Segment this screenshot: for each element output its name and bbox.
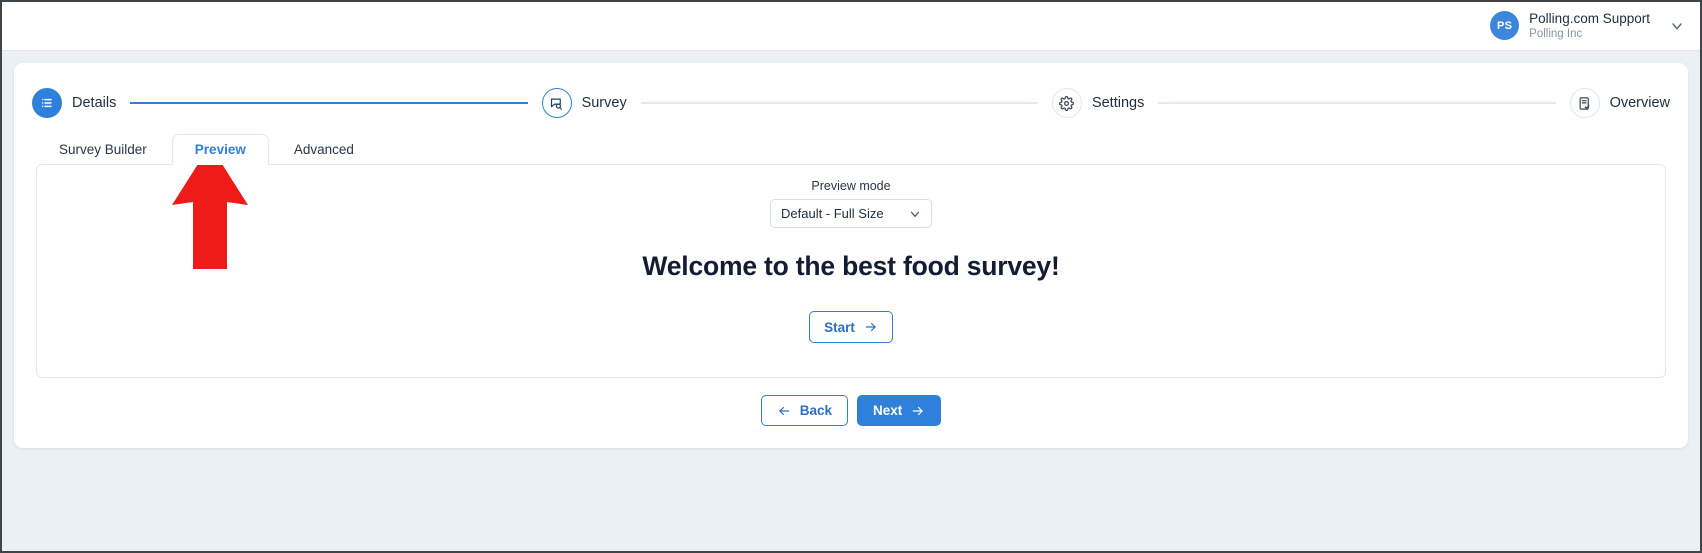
- clipboard-check-icon: [1569, 88, 1600, 118]
- next-button-label: Next: [873, 403, 903, 418]
- step-details[interactable]: Details: [32, 88, 116, 118]
- tab-advanced[interactable]: Advanced: [271, 134, 377, 166]
- page-body: Details Survey Settings Overview Survey …: [2, 50, 1700, 551]
- avatar: PS: [1490, 11, 1520, 41]
- user-organization: Polling Inc: [1529, 27, 1583, 40]
- step-label-details: Details: [72, 95, 117, 111]
- back-button-label: Back: [799, 403, 832, 418]
- step-label-settings: Settings: [1091, 95, 1145, 111]
- wizard-stepper: Details Survey Settings Overview: [14, 77, 1688, 129]
- back-button[interactable]: Back: [760, 395, 848, 426]
- chevron-down-icon: [908, 207, 922, 221]
- wizard-footer-nav: Back Next: [14, 395, 1688, 426]
- preview-mode-group: Preview mode Default - Full Size: [37, 179, 1665, 228]
- survey-welcome-heading: Welcome to the best food survey!: [642, 251, 1060, 281]
- arrow-left-icon: [777, 404, 791, 418]
- step-label-overview: Overview: [1609, 95, 1671, 111]
- wizard-card: Details Survey Settings Overview Survey …: [14, 63, 1688, 448]
- tab-bar: Survey Builder Preview Advanced: [36, 131, 377, 165]
- stepper-connector-2: [640, 102, 1038, 104]
- app-screen: PS Polling.com Support Polling Inc Detai…: [0, 0, 1702, 553]
- user-name: Polling.com Support: [1529, 10, 1650, 26]
- start-button-wrap: Start: [37, 311, 1665, 343]
- stepper-connector-1: [130, 102, 528, 104]
- preview-mode-label: Preview mode: [811, 179, 891, 193]
- step-overview[interactable]: Overview: [1569, 88, 1671, 118]
- start-button[interactable]: Start: [809, 311, 893, 343]
- arrow-right-icon: [911, 404, 925, 418]
- chevron-down-icon[interactable]: [1668, 17, 1686, 35]
- gear-icon: [1051, 88, 1082, 118]
- step-settings[interactable]: Settings: [1051, 88, 1145, 118]
- preview-panel: Preview mode Default - Full Size Welcome…: [36, 164, 1666, 378]
- user-identity: Polling.com Support Polling Inc: [1529, 11, 1650, 42]
- start-button-label: Start: [824, 319, 855, 335]
- survey-search-icon: [541, 88, 572, 118]
- stepper-connector-3: [1158, 102, 1556, 104]
- tab-survey-builder[interactable]: Survey Builder: [36, 134, 170, 166]
- step-survey[interactable]: Survey: [541, 88, 627, 118]
- step-label-survey: Survey: [581, 95, 627, 111]
- top-header-bar: PS Polling.com Support Polling Inc: [2, 2, 1700, 50]
- preview-mode-select[interactable]: Default - Full Size: [770, 199, 932, 228]
- preview-mode-value: Default - Full Size: [781, 206, 884, 221]
- list-icon: [32, 88, 62, 118]
- arrow-right-icon: [864, 320, 878, 334]
- next-button[interactable]: Next: [857, 395, 942, 426]
- user-menu[interactable]: PS Polling.com Support Polling Inc: [1490, 11, 1686, 42]
- tab-preview[interactable]: Preview: [171, 133, 269, 165]
